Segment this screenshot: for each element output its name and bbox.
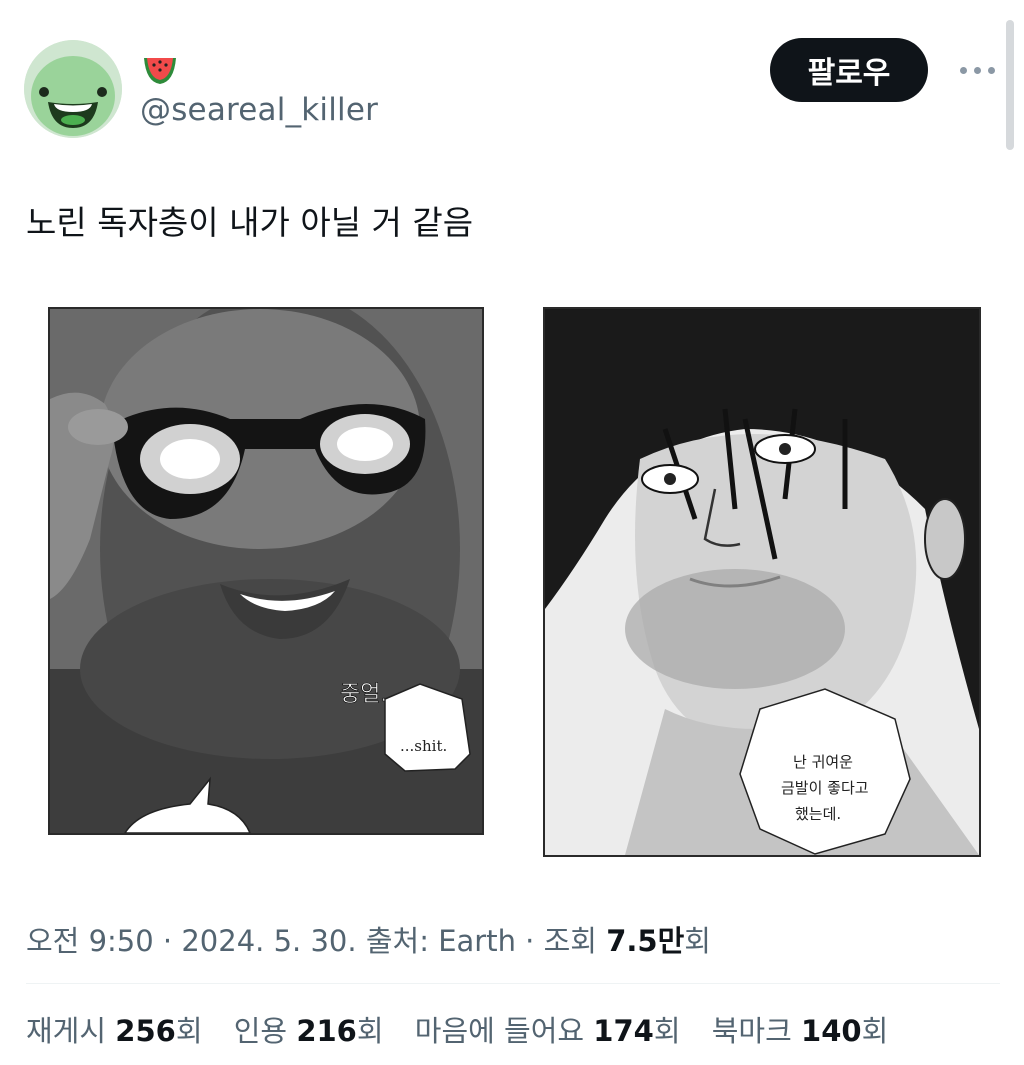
engagement-stats: 재게시 256회 인용 216회 마음에 들어요 174회 북마크 140회 bbox=[26, 1008, 910, 1050]
tweet-time[interactable]: 오전 9:50 bbox=[26, 924, 154, 958]
more-options-button[interactable] bbox=[952, 52, 1002, 88]
tweet-meta: 오전 9:50 · 2024. 5. 30. 출처: Earth · 조회 7.… bbox=[26, 924, 711, 958]
views-count: 7.5만 bbox=[606, 924, 685, 958]
speech-bubble-line-1: 난 귀여운 bbox=[793, 753, 853, 771]
tweet-text: 노린 독자층이 내가 아닐 거 같음 bbox=[26, 203, 474, 242]
likes-stat[interactable]: 마음에 들어요 174회 bbox=[415, 1014, 681, 1048]
watermelon-icon bbox=[140, 52, 180, 88]
avatar[interactable] bbox=[24, 40, 122, 138]
source-value: Earth bbox=[438, 924, 516, 958]
views-label: 조회 bbox=[543, 924, 607, 958]
source-label: 출처: bbox=[365, 924, 429, 958]
avatar-image bbox=[24, 40, 122, 138]
user-handle[interactable]: @seareal_killer bbox=[140, 92, 378, 128]
speech-bubble-text-1: ...shit. bbox=[400, 737, 447, 755]
tweet-image-2[interactable]: 난 귀여운 금발이 좋다고 했는데. bbox=[543, 307, 981, 857]
speech-bubble-line-2: 금발이 좋다고 bbox=[781, 779, 869, 797]
tweet-image-1[interactable]: 중얼.. ...shit. bbox=[48, 307, 484, 835]
more-horizontal-icon bbox=[959, 66, 967, 74]
follow-button[interactable]: 팔로우 bbox=[770, 38, 928, 102]
reposts-stat[interactable]: 재게시 256회 bbox=[26, 1014, 203, 1048]
scrollbar[interactable] bbox=[1006, 20, 1014, 150]
quotes-stat[interactable]: 인용 216회 bbox=[234, 1014, 384, 1048]
bookmarks-stat[interactable]: 북마크 140회 bbox=[712, 1014, 889, 1048]
divider bbox=[26, 983, 1000, 984]
tweet-date[interactable]: 2024. 5. 30. bbox=[181, 924, 356, 958]
speech-bubble-line-3: 했는데. bbox=[795, 805, 841, 823]
